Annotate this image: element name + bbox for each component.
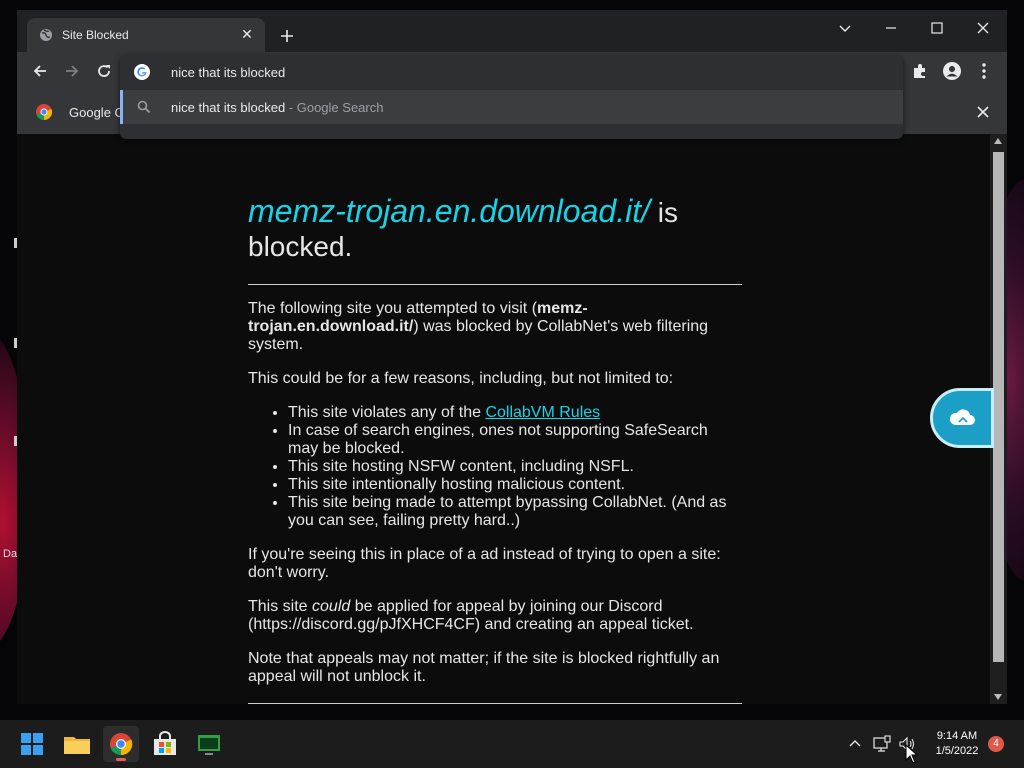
collabvm-rules-link[interactable]: CollabVM Rules <box>485 404 600 421</box>
omnibox-dropdown: nice that its blocked nice that its bloc… <box>120 55 903 139</box>
intro-paragraph: The following site you attempted to visi… <box>248 300 742 354</box>
address-bar-input[interactable]: nice that its blocked <box>171 65 285 80</box>
cloud-icon <box>949 409 975 425</box>
minimize-icon[interactable] <box>881 18 901 38</box>
appeal-paragraph: This site could be applied for appeal by… <box>248 598 742 634</box>
reason-text: This site violates any of the <box>288 404 486 421</box>
terminal-icon <box>198 735 220 755</box>
search-icon <box>137 100 151 114</box>
store-icon <box>154 731 176 755</box>
close-icon[interactable] <box>974 103 992 121</box>
blocked-notice: memz-trojan.en.download.it/ is blocked. … <box>248 194 742 704</box>
appeal-text: This site <box>248 598 313 615</box>
back-arrow-icon[interactable] <box>30 61 50 81</box>
reload-icon[interactable] <box>94 61 114 81</box>
divider <box>248 703 742 704</box>
list-item: In case of search engines, ones not supp… <box>288 422 742 458</box>
suggestion-query: nice that its blocked <box>171 100 286 115</box>
reasons-intro: This could be for a few reasons, includi… <box>248 370 674 387</box>
mouse-cursor-icon <box>905 744 917 764</box>
plus-icon[interactable] <box>277 26 297 46</box>
clock[interactable]: 9:14 AM 1/5/2022 <box>926 729 988 759</box>
profile-icon[interactable] <box>942 61 962 81</box>
cloud-floating-button[interactable] <box>930 388 994 448</box>
chrome-icon <box>36 104 53 121</box>
list-item: This site violates any of the CollabVM R… <box>288 404 742 422</box>
divider <box>248 284 742 285</box>
maximize-icon[interactable] <box>927 18 947 38</box>
file-explorer-button[interactable] <box>59 726 95 762</box>
globe-icon <box>40 29 52 41</box>
list-item: This site being made to attempt bypassin… <box>288 494 742 530</box>
browser-window: Site Blocked ✕ Google C memz-trojan.en.d… <box>17 10 1007 704</box>
appeal-note: Note that appeals may not matter; if the… <box>248 650 720 685</box>
tab-strip: Site Blocked ✕ <box>17 10 1007 52</box>
page-title: memz-trojan.en.download.it/ is blocked. <box>248 194 742 264</box>
network-icon[interactable] <box>872 734 892 754</box>
scroll-down-arrow-icon[interactable] <box>994 694 1002 700</box>
list-item: This site hosting NSFW content, includin… <box>288 458 742 476</box>
search-suggestion[interactable]: nice that its blocked - Google Search <box>120 90 903 124</box>
ad-note: If you're seeing this in place of a ad i… <box>248 546 721 581</box>
blocked-domain: memz-trojan.en.download.it/ <box>248 193 650 229</box>
chevron-up-icon[interactable] <box>845 734 865 754</box>
chrome-taskbar-button[interactable] <box>103 726 139 762</box>
start-button[interactable] <box>14 726 50 762</box>
bookmark-google[interactable]: Google C <box>69 105 124 120</box>
tab-title: Site Blocked <box>62 28 129 42</box>
close-icon[interactable] <box>973 18 993 38</box>
notification-badge[interactable]: 4 <box>988 736 1004 752</box>
page-content: memz-trojan.en.download.it/ is blocked. … <box>17 134 990 704</box>
intro-text: The following site you attempted to visi… <box>248 300 538 317</box>
file-explorer-icon <box>64 737 90 754</box>
store-button[interactable] <box>147 726 183 762</box>
address-bar[interactable]: nice that its blocked <box>120 55 903 89</box>
clock-date: 1/5/2022 <box>935 745 979 757</box>
reasons-list: This site violates any of the CollabVM R… <box>248 404 742 530</box>
google-g-icon <box>134 64 150 80</box>
kebab-menu-icon[interactable] <box>974 61 994 81</box>
suggestion-suffix: - Google Search <box>285 100 384 115</box>
list-item: This site intentionally hosting maliciou… <box>288 476 742 494</box>
desktop-icon-label[interactable]: Da <box>3 548 17 560</box>
windows-start-icon <box>21 733 43 755</box>
chevron-down-icon[interactable] <box>835 18 855 38</box>
active-indicator <box>116 758 126 761</box>
scroll-thumb[interactable] <box>993 152 1004 662</box>
extensions-puzzle-icon[interactable] <box>910 61 930 81</box>
tab-site-blocked[interactable]: Site Blocked ✕ <box>27 18 265 52</box>
close-icon[interactable]: ✕ <box>239 26 255 42</box>
chrome-icon <box>110 733 133 756</box>
scroll-up-arrow-icon[interactable] <box>994 138 1002 144</box>
taskbar: 9:14 AM 1/5/2022 4 <box>0 720 1024 768</box>
suggestion-text: nice that its blocked - Google Search <box>171 100 383 115</box>
terminal-button[interactable] <box>191 726 227 762</box>
forward-arrow-icon[interactable] <box>62 61 82 81</box>
clock-time: 9:14 AM <box>936 730 978 742</box>
appeal-emphasis: could <box>312 598 351 615</box>
